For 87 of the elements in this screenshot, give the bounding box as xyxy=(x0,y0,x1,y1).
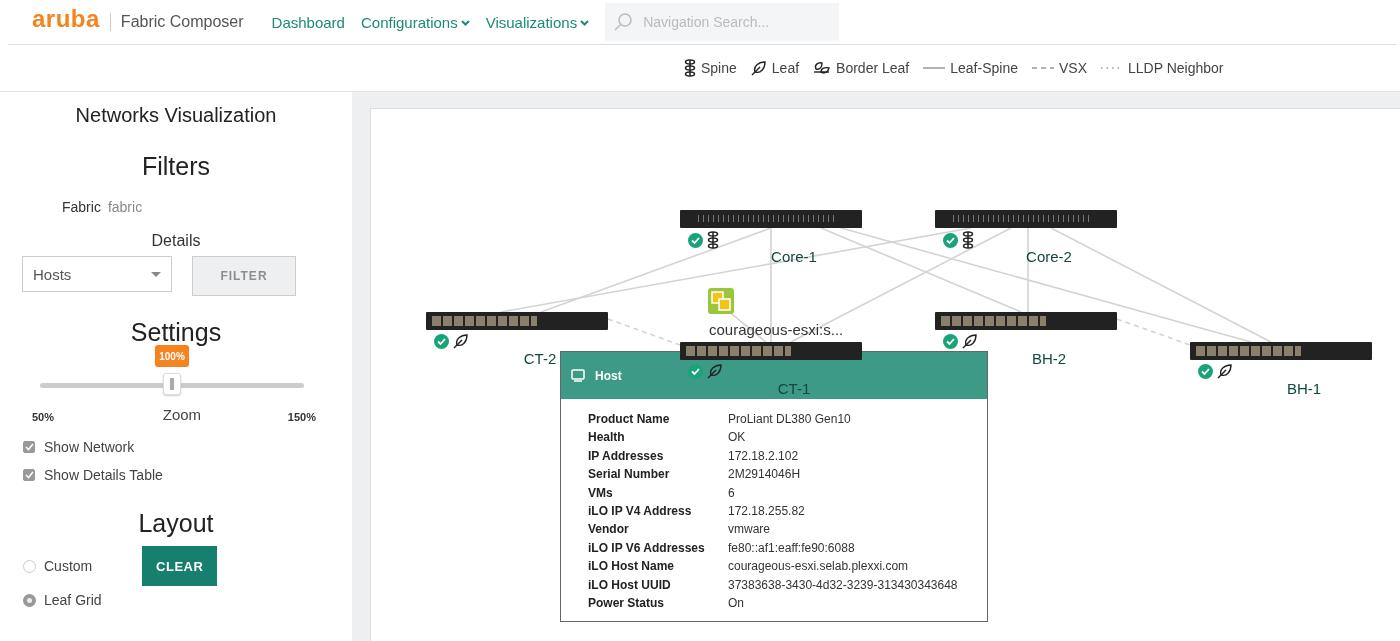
detail-label: iLO Host Name xyxy=(588,559,675,574)
nav-link[interactable]: Dashboard xyxy=(271,13,345,31)
popup-title: Host xyxy=(595,368,622,383)
caret-icon xyxy=(151,271,161,277)
node-label: Core-2 xyxy=(1025,248,1073,265)
radio-button[interactable] xyxy=(23,559,36,573)
check-icon xyxy=(24,443,34,451)
spine-icon xyxy=(707,231,719,249)
clear-button[interactable]: CLEAR xyxy=(142,546,218,586)
detail-label: Vendor xyxy=(588,522,630,537)
slider-thumb[interactable] xyxy=(163,373,181,395)
host-label: courageous-esxi:s... xyxy=(709,321,844,338)
check-icon xyxy=(24,471,34,479)
slider-label: Zoom xyxy=(162,406,202,423)
checkbox[interactable] xyxy=(23,469,35,481)
detail-label: VMs xyxy=(588,485,614,501)
monitor-icon xyxy=(571,369,585,382)
radio-label: Leaf Grid xyxy=(44,592,102,608)
leaf-icon xyxy=(962,333,978,349)
nav-link[interactable]: Configurations xyxy=(360,13,470,31)
node-label: CT-2 xyxy=(522,350,558,367)
search-field[interactable]: Navigation Search... xyxy=(605,3,840,41)
logo: aruba xyxy=(32,5,100,33)
node-label: CT-1 xyxy=(776,380,812,397)
detail-label: iLO IP V6 Addresses xyxy=(588,540,706,556)
switch-device[interactable] xyxy=(680,342,862,360)
slider-max-label: 150% xyxy=(287,411,316,423)
detail-value: 172.18.255.82 xyxy=(728,504,806,519)
detail-value: courageous-esxi.selab.plexxi.com xyxy=(728,559,910,574)
panel-title: Networks Visualization xyxy=(74,104,278,127)
detail-value: On xyxy=(728,596,745,611)
section-heading: Settings xyxy=(129,318,223,347)
leaf-icon xyxy=(750,60,767,76)
detail-label: IP Addresses xyxy=(588,448,665,464)
detail-value: 172.18.2.102 xyxy=(728,448,800,464)
node-label: BH-2 xyxy=(1030,350,1068,367)
legend-label: Spine xyxy=(701,60,737,76)
search-icon xyxy=(613,12,634,32)
detail-label: iLO Host UUID xyxy=(588,577,672,593)
detail-label: iLO IP V4 Address xyxy=(588,504,693,519)
section-heading: Filters xyxy=(140,152,212,181)
detail-value: fe80::af1:eaff:fe90:6088 xyxy=(728,540,856,556)
solid-line-icon xyxy=(923,66,946,70)
legend-label: LLDP Neighbor xyxy=(1127,60,1224,76)
switch-device[interactable] xyxy=(1190,342,1372,360)
section-heading: Layout xyxy=(137,509,215,538)
legend-label: Leaf-Spine xyxy=(950,60,1018,76)
detail-value: 2M2914046H xyxy=(728,467,802,482)
dashed-line-icon xyxy=(1031,66,1054,70)
field-label: Fabric xyxy=(62,199,101,215)
slider-min-label: 50% xyxy=(32,411,55,423)
node-label: Core-1 xyxy=(770,248,818,265)
app-name: Fabric Composer xyxy=(109,13,244,31)
host-icon xyxy=(707,287,735,315)
checkbox-label: Show Network xyxy=(44,439,135,455)
switch-device[interactable] xyxy=(680,210,862,228)
checkbox[interactable] xyxy=(23,441,35,453)
leaf-icon xyxy=(453,333,469,349)
legend-label: Border Leaf xyxy=(836,60,910,76)
legend-label: Leaf xyxy=(771,60,800,76)
nav-link[interactable]: Visualizations xyxy=(485,13,590,31)
detail-label: Power Status xyxy=(588,596,666,611)
spine-icon xyxy=(962,231,974,249)
node-label: BH-1 xyxy=(1285,380,1323,397)
spine-icon xyxy=(684,59,696,77)
zoom-value-badge: 100% xyxy=(155,345,189,367)
border-leaf-icon xyxy=(813,60,832,76)
detail-label: Serial Number xyxy=(588,467,671,482)
switch-device[interactable] xyxy=(426,312,608,330)
details-dropdown[interactable]: Hosts xyxy=(22,256,172,292)
legend-label: VSX xyxy=(1058,60,1087,76)
detail-value: 6 xyxy=(728,485,736,501)
detail-value: vmware xyxy=(728,522,771,537)
switch-device[interactable] xyxy=(935,210,1117,228)
radio-button[interactable] xyxy=(23,593,36,607)
switch-device[interactable] xyxy=(935,312,1117,330)
checkbox-label: Show Details Table xyxy=(44,467,163,483)
radio-label: Custom xyxy=(44,558,93,574)
detail-value: ProLiant DL380 Gen10 xyxy=(728,412,852,427)
detail-value: OK xyxy=(728,430,747,445)
detail-label: Health xyxy=(588,430,626,445)
field-label: Details xyxy=(150,232,202,250)
detail-value: 37383638-3430-4d32-3239-313430343648 xyxy=(728,577,959,593)
leaf-icon xyxy=(707,363,723,379)
field-value: fabric xyxy=(107,199,143,215)
leaf-icon xyxy=(1217,363,1233,379)
detail-label: Product Name xyxy=(588,412,671,427)
